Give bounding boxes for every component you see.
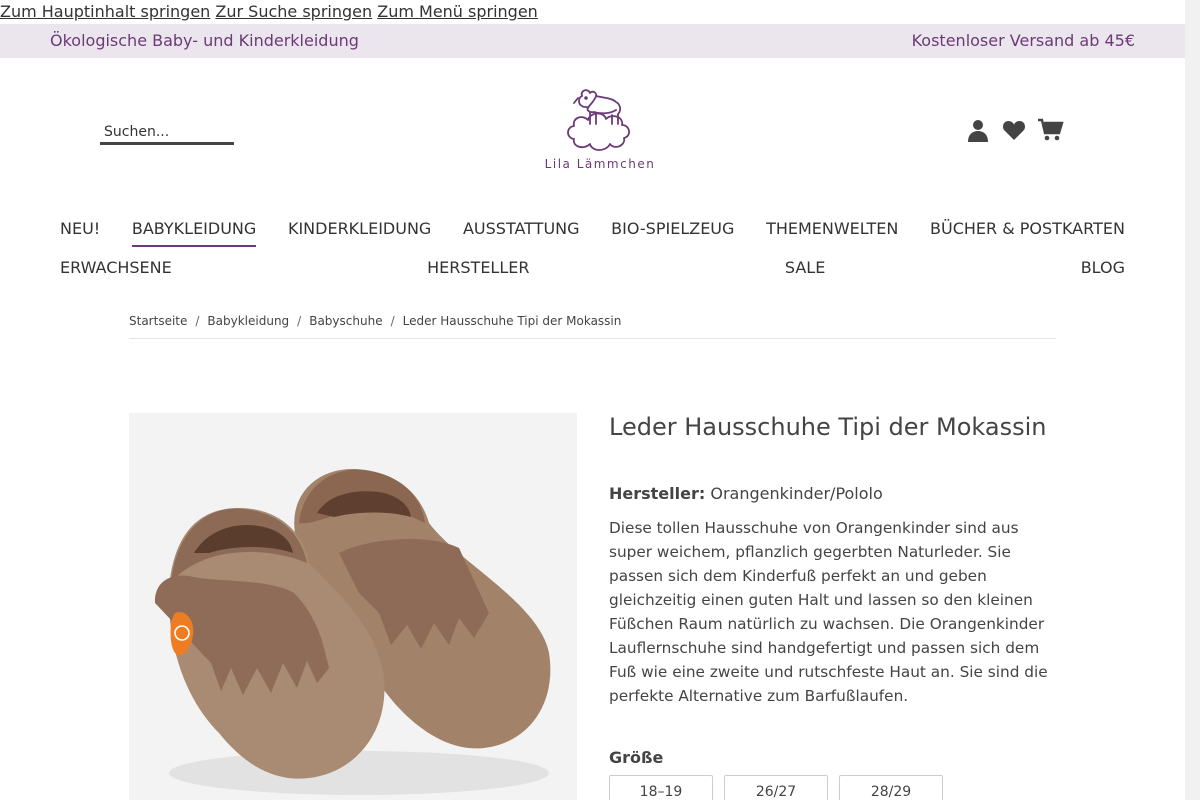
lamb-logo-icon	[567, 89, 630, 151]
skip-to-search-link[interactable]: Zur Suche springen	[215, 2, 372, 21]
nav-item-babykleidung[interactable]: BABYKLEIDUNG	[131, 218, 257, 247]
header-actions	[966, 118, 1064, 142]
breadcrumb-home[interactable]: Startseite	[129, 314, 187, 328]
search-input[interactable]	[100, 121, 234, 143]
breadcrumb-current: Leder Hausschuhe Tipi der Mokassin	[402, 314, 622, 328]
breadcrumb-separator: /	[297, 314, 302, 328]
product-description: Diese tollen Hausschuhe von Orangenkinde…	[609, 519, 1048, 705]
nav-item-erwachsene[interactable]: ERWACHSENE	[60, 257, 172, 284]
size-option-18-19[interactable]: 18–19	[609, 775, 713, 800]
size-option-26-27[interactable]: 26/27	[724, 775, 828, 800]
product-image[interactable]	[129, 413, 577, 800]
nav-item-blog[interactable]: BLOG	[1081, 257, 1125, 284]
search-box	[100, 121, 234, 145]
nav-item-neu[interactable]: NEU!	[60, 218, 100, 247]
nav-item-hersteller[interactable]: HERSTELLER	[427, 257, 529, 284]
product-details: Leder Hausschuhe Tipi der Mokassin Herst…	[609, 410, 1049, 800]
nav-item-themenwelten[interactable]: THEMENWELTEN	[766, 218, 898, 247]
skip-to-main-link[interactable]: Zum Hauptinhalt springen	[0, 2, 210, 21]
cart-icon[interactable]	[1038, 118, 1064, 142]
breadcrumb: Startseite / Babykleidung / Babyschuhe / Leder…	[129, 314, 1056, 339]
main-nav-row2: ERWACHSENE HERSTELLER SALE BLOG	[60, 257, 1125, 284]
scrollbar[interactable]	[1185, 0, 1200, 800]
main-nav-row1: NEU! BABYKLEIDUNG KINDERKLEIDUNG AUSSTAT…	[60, 218, 1125, 247]
nav-item-buecher-postkarten[interactable]: BÜCHER & POSTKARTEN	[930, 218, 1125, 247]
user-icon[interactable]	[966, 118, 990, 142]
nav-item-kinderkleidung[interactable]: KINDERKLEIDUNG	[288, 218, 431, 247]
breadcrumb-babyschuhe[interactable]: Babyschuhe	[309, 314, 382, 328]
breadcrumb-babykleidung[interactable]: Babykleidung	[207, 314, 289, 328]
moccasin-shoes-illustration	[154, 468, 551, 795]
breadcrumb-separator: /	[195, 314, 200, 328]
size-options: 18–19 26/27 28/29	[609, 775, 1049, 800]
site-logo[interactable]: Lila Lämmchen	[540, 84, 660, 184]
breadcrumb-separator: /	[390, 314, 395, 328]
size-label: Größe	[609, 748, 664, 767]
nav-item-sale[interactable]: SALE	[785, 257, 825, 284]
manufacturer-name[interactable]: Orangenkinder/Pololo	[710, 484, 882, 503]
topbar-tagline: Ökologische Baby- und Kinderkleidung	[50, 31, 359, 50]
top-info-bar: Ökologische Baby- und Kinderkleidung Kos…	[0, 24, 1185, 58]
skip-links: Zum Hauptinhalt springen Zur Suche sprin…	[0, 0, 538, 24]
product-title: Leder Hausschuhe Tipi der Mokassin	[609, 413, 1047, 441]
size-option-28-29[interactable]: 28/29	[839, 775, 943, 800]
nav-item-ausstattung[interactable]: AUSSTATTUNG	[463, 218, 580, 247]
nav-item-bio-spielzeug[interactable]: BIO-SPIELZEUG	[611, 218, 734, 247]
skip-to-menu-link[interactable]: Zum Menü springen	[377, 2, 538, 21]
topbar-shipping-note: Kostenloser Versand ab 45€	[911, 31, 1135, 50]
logo-wordmark: Lila Lämmchen	[544, 157, 656, 171]
product-manufacturer: Hersteller: Orangenkinder/Pololo	[609, 482, 1049, 506]
heart-icon[interactable]	[1002, 118, 1026, 142]
manufacturer-label: Hersteller:	[609, 484, 706, 503]
